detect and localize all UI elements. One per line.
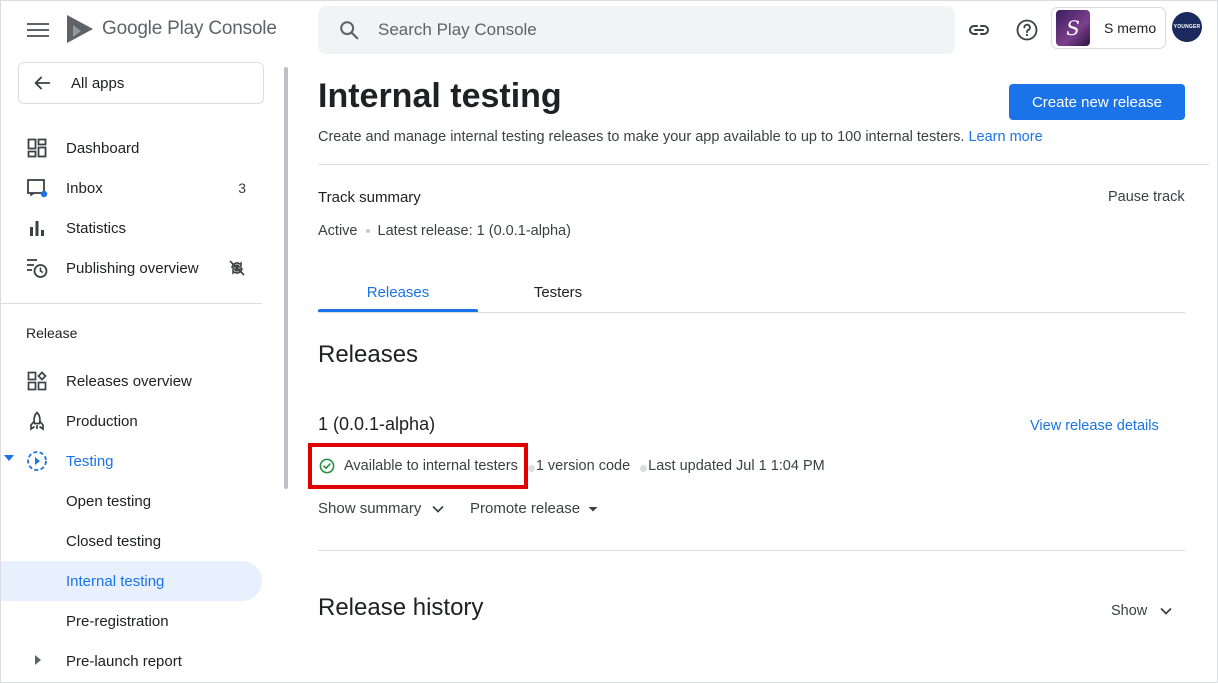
- all-apps-button[interactable]: All apps: [18, 62, 264, 104]
- expand-caret-icon[interactable]: [35, 655, 41, 665]
- production-icon: [26, 410, 48, 432]
- sidebar-item-closed-testing[interactable]: Closed testing: [1, 521, 262, 561]
- release-name: 1 (0.0.1-alpha): [318, 414, 436, 434]
- sidebar-item-label: Pre-registration: [66, 612, 169, 630]
- search-bar[interactable]: [318, 6, 955, 54]
- release-history-show-button[interactable]: Show: [1111, 603, 1173, 619]
- sidebar-item-inbox[interactable]: Inbox 3: [1, 168, 262, 208]
- account-avatar[interactable]: YOUNGER: [1172, 12, 1202, 42]
- sidebar-item-label: Publishing overview: [66, 259, 199, 277]
- sidebar-item-label: Pre-launch report: [66, 652, 182, 670]
- sidebar-item-label: Closed testing: [66, 532, 162, 550]
- page-description: Create and manage internal testing relea…: [318, 129, 1043, 145]
- show-summary-button[interactable]: Show summary: [318, 500, 445, 517]
- latest-release: Latest release: 1 (0.0.1-alpha): [377, 223, 571, 239]
- sidebar-item-label: Internal testing: [66, 572, 165, 590]
- page-title: Internal testing: [318, 77, 562, 115]
- releases-heading: Releases: [318, 341, 419, 368]
- sidebar-item-internal-testing[interactable]: Internal testing: [1, 561, 262, 601]
- sidebar-item-label: Inbox: [66, 179, 103, 197]
- all-apps-label: All apps: [71, 74, 125, 92]
- search-input[interactable]: [378, 20, 878, 40]
- app-name: S memo: [1104, 20, 1157, 36]
- track-state: Active: [318, 223, 358, 239]
- sidebar-item-label: Dashboard: [66, 139, 140, 157]
- sidebar-item-pre-launch-report[interactable]: Pre-launch report: [1, 641, 262, 681]
- play-console-logo[interactable]: Google Play Console: [65, 11, 277, 47]
- play-console-logo-icon: [67, 15, 93, 43]
- promote-release-button[interactable]: Promote release: [470, 500, 599, 517]
- separator-dot: [527, 464, 535, 472]
- create-new-release-button[interactable]: Create new release: [1009, 84, 1185, 120]
- track-summary-heading: Track summary: [318, 189, 421, 206]
- sidebar-item-label: Production: [66, 412, 138, 430]
- help-icon[interactable]: [1014, 17, 1040, 43]
- sidebar-item-publishing-overview[interactable]: Publishing overview: [1, 248, 262, 288]
- releases-overview-icon: [26, 370, 48, 392]
- learn-more-link[interactable]: Learn more: [968, 129, 1042, 145]
- sidebar-item-statistics[interactable]: Statistics: [1, 208, 262, 248]
- sidebar-section-release: Release: [26, 325, 78, 341]
- release-status: Available to internal testers: [344, 458, 518, 474]
- pause-track-button[interactable]: Pause track: [1108, 189, 1185, 205]
- sidebar-item-testing[interactable]: Testing: [1, 441, 262, 481]
- tabs-divider: [318, 312, 1185, 313]
- sidebar-item-pre-registration[interactable]: Pre-registration: [1, 601, 262, 641]
- divider: [318, 550, 1185, 551]
- inbox-count-badge: 3: [238, 180, 246, 196]
- view-release-details-link[interactable]: View release details: [1030, 418, 1159, 434]
- release-history-heading: Release history: [318, 594, 484, 621]
- sidebar-item-label: Statistics: [66, 219, 127, 237]
- separator-dot: [640, 464, 648, 472]
- dashboard-icon: [26, 137, 48, 159]
- sidebar-item-label: Releases overview: [66, 372, 192, 390]
- divider: [318, 164, 1209, 165]
- logo-text: Google Play Console: [102, 18, 277, 39]
- chevron-down-icon: [1160, 607, 1172, 615]
- sidebar-item-production[interactable]: Production: [1, 401, 262, 441]
- inbox-icon: [26, 177, 48, 199]
- arrow-back-icon: [34, 76, 51, 90]
- sidebar-item-dashboard[interactable]: Dashboard: [1, 128, 262, 168]
- chevron-down-icon: [432, 505, 444, 513]
- app-icon: S: [1056, 10, 1090, 46]
- sidebar-item-releases-overview[interactable]: Releases overview: [1, 361, 262, 401]
- tab-releases[interactable]: Releases: [318, 277, 478, 313]
- separator-dot: [365, 229, 370, 233]
- app-selector[interactable]: S S memo: [1051, 7, 1166, 49]
- release-status-row: Available to internal testers 1 version …: [319, 458, 825, 474]
- sidebar-item-open-testing[interactable]: Open testing: [1, 481, 262, 521]
- last-updated: Last updated Jul 1 1:04 PM: [648, 458, 825, 474]
- sidebar-scrollbar[interactable]: [284, 67, 288, 489]
- link-icon[interactable]: [966, 17, 992, 43]
- sidebar-item-label: Testing: [66, 452, 114, 470]
- sync-disabled-icon: [228, 259, 246, 282]
- bar-chart-icon: [26, 217, 48, 239]
- sidebar-divider: [1, 303, 262, 304]
- arrow-drop-down-icon: [588, 506, 598, 511]
- check-circle-icon: [319, 458, 335, 474]
- search-icon: [340, 21, 359, 40]
- sidebar-item-label: Open testing: [66, 492, 152, 510]
- version-codes: 1 version code: [535, 458, 631, 474]
- track-status: Active Latest release: 1 (0.0.1-alpha): [318, 223, 571, 239]
- tab-testers[interactable]: Testers: [478, 277, 638, 313]
- menu-icon[interactable]: [25, 19, 51, 39]
- expand-caret-icon[interactable]: [4, 455, 14, 461]
- testing-icon: [26, 450, 48, 472]
- publishing-overview-icon: [26, 257, 48, 279]
